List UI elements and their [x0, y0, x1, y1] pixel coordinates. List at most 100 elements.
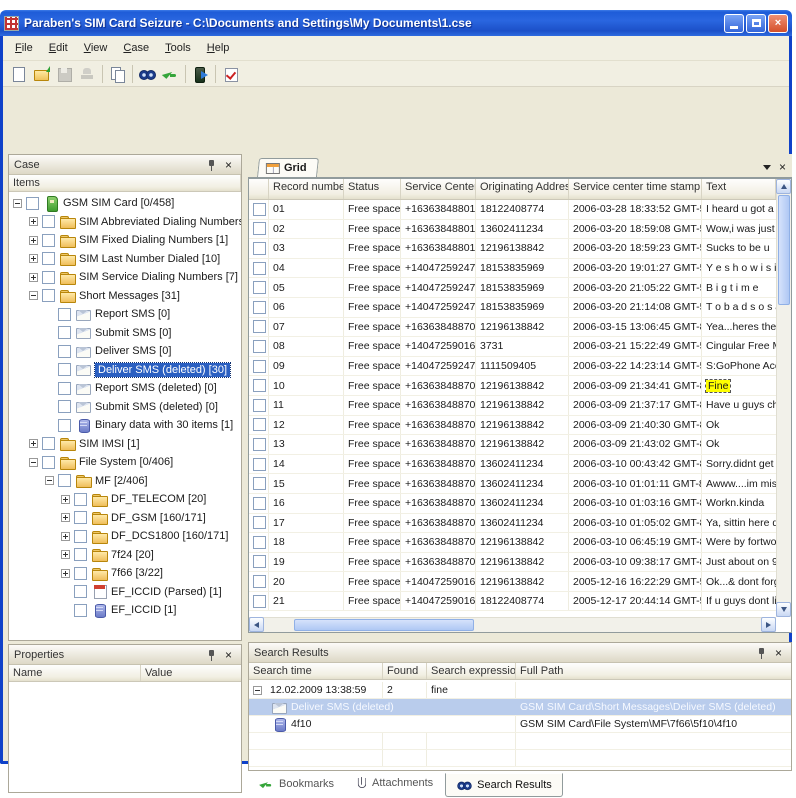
- open-folder-button[interactable]: [30, 63, 53, 85]
- tab-grid[interactable]: Grid: [257, 158, 319, 177]
- grid-row[interactable]: 05Free space+14047259247181538359692006-…: [249, 278, 776, 298]
- grid-close-icon[interactable]: ×: [779, 161, 786, 173]
- checkbox[interactable]: [253, 516, 266, 529]
- tree-item[interactable]: Deliver SMS [0]: [9, 342, 241, 361]
- grid-row[interactable]: 09Free space+1404725924711115094052006-0…: [249, 357, 776, 377]
- checkbox[interactable]: [58, 382, 71, 395]
- checkbox[interactable]: [253, 262, 266, 275]
- grid-row[interactable]: 04Free space+14047259247181538359692006-…: [249, 259, 776, 279]
- checkbox[interactable]: [253, 242, 266, 255]
- tree-item[interactable]: SIM IMSI [1]: [9, 435, 241, 454]
- chevron-down-icon[interactable]: [763, 165, 771, 170]
- menu-item-view[interactable]: View: [76, 39, 116, 57]
- tree-item[interactable]: 7f66 [3/22]: [9, 564, 241, 583]
- grid-row[interactable]: 19Free space+16363848870121961388422006-…: [249, 553, 776, 573]
- checkbox[interactable]: [253, 340, 266, 353]
- grid-row[interactable]: 14Free space+16363848870136024112342006-…: [249, 455, 776, 475]
- checkbox[interactable]: [253, 379, 266, 392]
- grid-row[interactable]: 17Free space+16363848870136024112342006-…: [249, 514, 776, 534]
- expand-icon[interactable]: [61, 550, 70, 559]
- tree-item[interactable]: Submit SMS (deleted) [0]: [9, 398, 241, 417]
- expand-icon[interactable]: [29, 254, 38, 263]
- grid-row[interactable]: 20Free space+14047259016121961388422005-…: [249, 572, 776, 592]
- grid-row[interactable]: 21Free space+14047259016181224087742005-…: [249, 592, 776, 612]
- grid-row[interactable]: 12Free space+16363848870121961388422006-…: [249, 416, 776, 436]
- column-header-orig[interactable]: Originating Address: [476, 179, 569, 199]
- tab-search-results[interactable]: Search Results: [445, 773, 563, 797]
- items-column-header[interactable]: Items: [9, 175, 241, 191]
- checkbox[interactable]: [253, 458, 266, 471]
- grid-row[interactable]: 15Free space+16363848870136024112342006-…: [249, 474, 776, 494]
- pin-button[interactable]: [754, 646, 769, 660]
- checkbox[interactable]: [58, 400, 71, 413]
- checkbox[interactable]: [74, 604, 87, 617]
- column-header-path[interactable]: Full Path: [516, 663, 791, 679]
- tree-item[interactable]: SIM Abbreviated Dialing Numbers ...: [9, 213, 241, 232]
- checkbox[interactable]: [42, 271, 55, 284]
- grid-row[interactable]: 06Free space+14047259247181538359692006-…: [249, 298, 776, 318]
- grid-row[interactable]: 16Free space+16363848870136024112342006-…: [249, 494, 776, 514]
- checkbox[interactable]: [74, 493, 87, 506]
- checkbox[interactable]: [253, 360, 266, 373]
- menu-item-case[interactable]: Case: [115, 39, 157, 57]
- checkbox[interactable]: [58, 326, 71, 339]
- case-close-button[interactable]: ×: [221, 158, 236, 172]
- tree-item[interactable]: DF_TELECOM [20]: [9, 490, 241, 509]
- collapse-icon[interactable]: [29, 291, 38, 300]
- checkbox[interactable]: [253, 575, 266, 588]
- checkbox[interactable]: [58, 419, 71, 432]
- stamp-button[interactable]: [76, 63, 99, 85]
- tree-item[interactable]: DF_GSM [160/171]: [9, 509, 241, 528]
- checkbox[interactable]: [74, 548, 87, 561]
- grid-row[interactable]: 13Free space+16363848870121961388422006-…: [249, 435, 776, 455]
- checkbox[interactable]: [42, 456, 55, 469]
- checkbox[interactable]: [42, 437, 55, 450]
- column-header-text[interactable]: Text: [702, 179, 776, 199]
- checkbox[interactable]: [74, 511, 87, 524]
- checkbox[interactable]: [58, 345, 71, 358]
- maximize-button[interactable]: [746, 14, 766, 33]
- checkbox[interactable]: [253, 497, 266, 510]
- checkbox[interactable]: [42, 252, 55, 265]
- grid-row[interactable]: 11Free space+16363848870121961388422006-…: [249, 396, 776, 416]
- expand-icon[interactable]: [61, 569, 70, 578]
- grid-row[interactable]: 01Free space+16363848801181224087742006-…: [249, 200, 776, 220]
- scroll-up-button[interactable]: [776, 179, 791, 194]
- checkbox[interactable]: [42, 289, 55, 302]
- expand-icon[interactable]: [29, 273, 38, 282]
- close-button[interactable]: ×: [768, 14, 788, 33]
- scroll-right-button[interactable]: [761, 617, 776, 632]
- tree-item[interactable]: EF_ICCID (Parsed) [1]: [9, 583, 241, 602]
- title-bar[interactable]: Paraben's SIM Card Seizure - C:\Document…: [0, 10, 792, 36]
- menu-item-tools[interactable]: Tools: [157, 39, 199, 57]
- checkbox[interactable]: [253, 222, 266, 235]
- collapse-icon[interactable]: [253, 686, 262, 695]
- menu-item-file[interactable]: File: [7, 39, 41, 57]
- tree-item[interactable]: Deliver SMS (deleted) [30]: [9, 361, 241, 380]
- grid-horizontal-scrollbar[interactable]: [249, 617, 776, 632]
- tree-item[interactable]: Submit SMS [0]: [9, 324, 241, 343]
- device-button[interactable]: [189, 63, 212, 85]
- tree-item[interactable]: SIM Fixed Dialing Numbers [1]: [9, 231, 241, 250]
- new-document-button[interactable]: [7, 63, 30, 85]
- checkbox[interactable]: [253, 595, 266, 608]
- name-column-header[interactable]: Name: [9, 665, 141, 681]
- column-header-expr[interactable]: Search expression: [427, 663, 516, 679]
- menu-item-edit[interactable]: Edit: [41, 39, 76, 57]
- select-all-column-header[interactable]: [249, 179, 269, 199]
- column-header-rec[interactable]: Record number: [269, 179, 344, 199]
- column-header-status[interactable]: Status: [344, 179, 401, 199]
- grid-row[interactable]: 18Free space+16363848870121961388422006-…: [249, 533, 776, 553]
- checkbox[interactable]: [253, 477, 266, 490]
- column-header-time[interactable]: Service center time stamp: [569, 179, 702, 199]
- collapse-icon[interactable]: [45, 476, 54, 485]
- expand-icon[interactable]: [29, 439, 38, 448]
- checkbox[interactable]: [42, 215, 55, 228]
- pin-button[interactable]: [204, 648, 219, 662]
- column-header-found[interactable]: Found: [383, 663, 427, 679]
- save-button[interactable]: [53, 63, 76, 85]
- tab-bookmarks[interactable]: Bookmarks: [248, 773, 344, 795]
- pin-button[interactable]: [204, 158, 219, 172]
- collapse-icon[interactable]: [13, 199, 22, 208]
- vertical-scroll-thumb[interactable]: [778, 195, 790, 305]
